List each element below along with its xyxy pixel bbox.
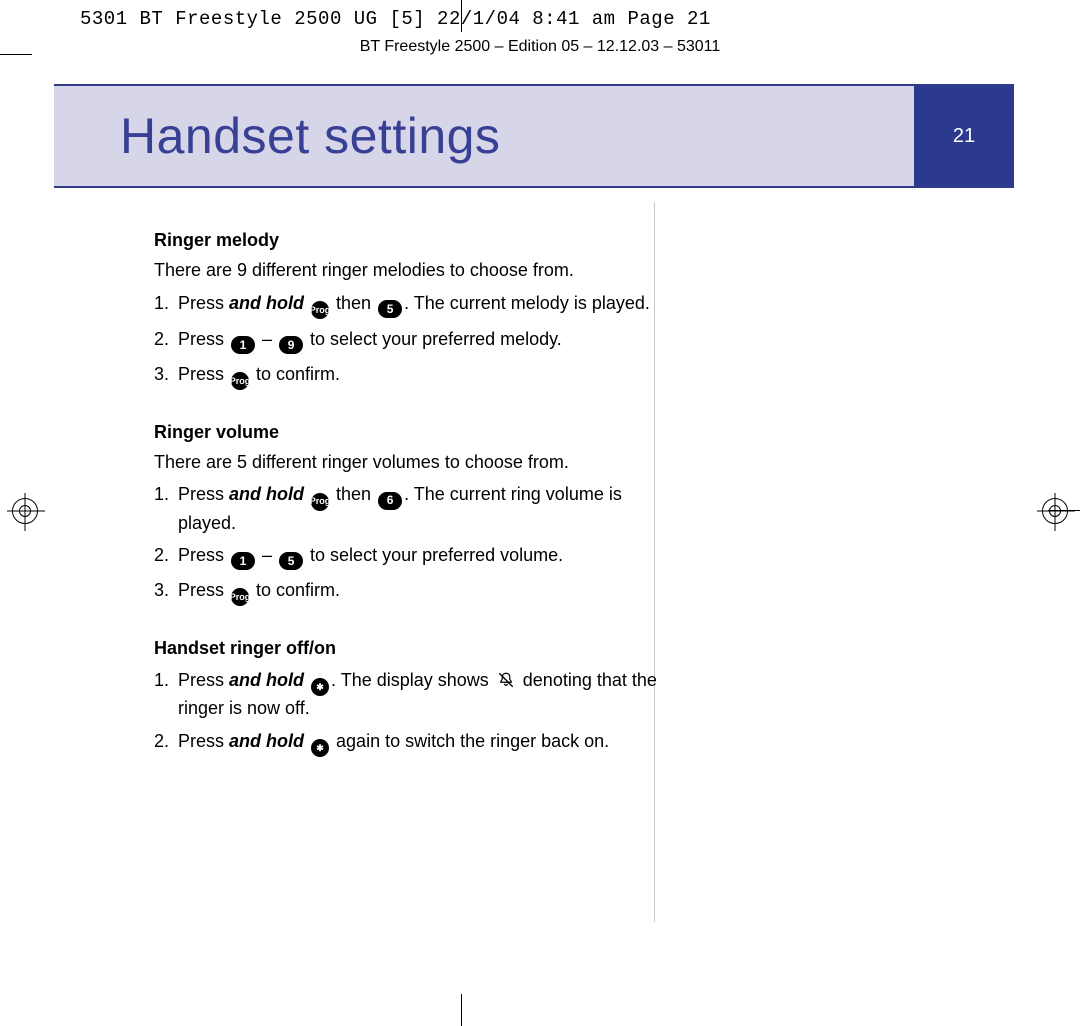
prog-button-icon: Prog	[231, 588, 249, 606]
step: 2.Press and hold ✱ again to switch the r…	[154, 729, 664, 757]
digit-5-button-icon: 5	[378, 300, 402, 318]
step: 2.Press 1 – 9 to select your preferred m…	[154, 327, 664, 354]
step-number: 2.	[154, 327, 169, 351]
print-slug: 5301 BT Freestyle 2500 UG [5] 22/1/04 8:…	[80, 8, 711, 30]
step: 1.Press and hold Prog then 5. The curren…	[154, 291, 664, 319]
step-number: 2.	[154, 543, 169, 567]
crop-mark	[461, 994, 462, 1026]
section-heading: Ringer volume	[154, 420, 664, 444]
step: 3.Press Prog to confirm.	[154, 362, 664, 390]
prog-button-icon: Prog	[311, 493, 329, 511]
section-intro: There are 9 different ringer melodies to…	[154, 258, 664, 282]
ringer-off-icon	[497, 671, 515, 689]
emphasis: and hold	[229, 731, 304, 751]
digit-1-button-icon: 1	[231, 336, 255, 354]
crop-mark	[461, 0, 462, 32]
step-number: 1.	[154, 482, 169, 506]
emphasis: and hold	[229, 293, 304, 313]
step-number: 3.	[154, 362, 169, 386]
star-button-icon: ✱	[311, 678, 329, 696]
registration-mark-icon	[12, 498, 38, 524]
digit-5-button-icon: 5	[279, 552, 303, 570]
step: 2.Press 1 – 5 to select your preferred v…	[154, 543, 664, 570]
digit-9-button-icon: 9	[279, 336, 303, 354]
emphasis: and hold	[229, 670, 304, 690]
crop-mark	[1048, 510, 1080, 511]
section-heading: Ringer melody	[154, 228, 664, 252]
content-column: Ringer melody There are 9 different ringe…	[154, 218, 664, 763]
digit-6-button-icon: 6	[378, 492, 402, 510]
prog-button-icon: Prog	[311, 301, 329, 319]
step-number: 1.	[154, 668, 169, 692]
crop-mark	[0, 54, 32, 55]
step-number: 2.	[154, 729, 169, 753]
section-heading: Handset ringer off/on	[154, 636, 664, 660]
title-banner-left: Handset settings	[54, 84, 914, 188]
edition-line: BT Freestyle 2500 – Edition 05 – 12.12.0…	[0, 38, 1080, 56]
page-number-badge: 21	[914, 84, 1014, 188]
step: 1.Press and hold ✱. The display shows de…	[154, 668, 664, 720]
step-number: 1.	[154, 291, 169, 315]
step: 1.Press and hold Prog then 6. The curren…	[154, 482, 664, 534]
step-number: 3.	[154, 578, 169, 602]
page-title: Handset settings	[120, 107, 500, 165]
section-intro: There are 5 different ringer volumes to …	[154, 450, 664, 474]
digit-1-button-icon: 1	[231, 552, 255, 570]
page-body: Handset settings 21 Ringer melody There a…	[54, 62, 1014, 992]
title-banner: Handset settings 21	[54, 84, 1014, 188]
step: 3.Press Prog to confirm.	[154, 578, 664, 606]
emphasis: and hold	[229, 484, 304, 504]
prog-button-icon: Prog	[231, 372, 249, 390]
star-button-icon: ✱	[311, 739, 329, 757]
registration-mark-icon	[1042, 498, 1068, 524]
